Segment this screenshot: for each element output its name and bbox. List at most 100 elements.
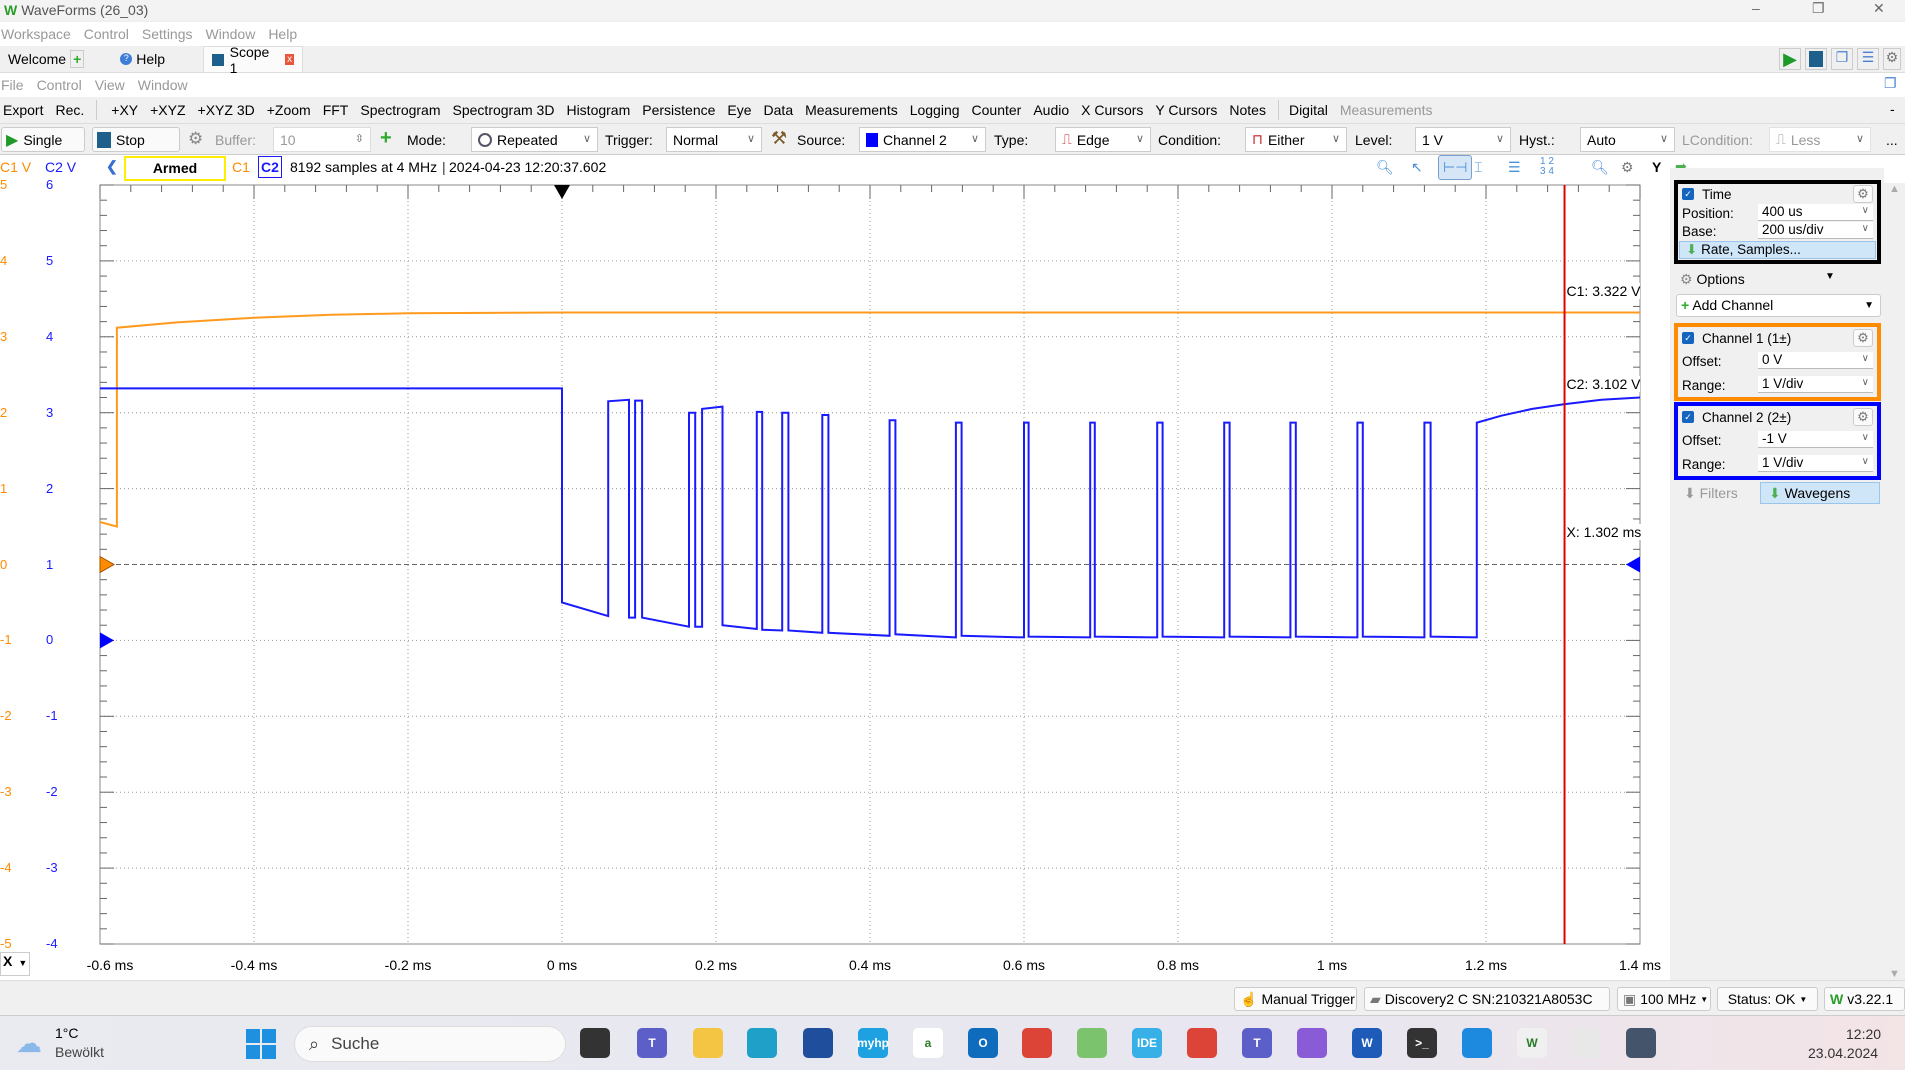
single-button[interactable]: ▶ Single (1, 127, 85, 152)
persistence-button[interactable]: Persistence (642, 102, 715, 118)
file-explorer-icon[interactable] (693, 1028, 723, 1058)
scroll-up-icon[interactable]: ▲ (1889, 183, 1900, 195)
snipping-tool-icon[interactable] (1571, 1028, 1601, 1058)
scroll-down-icon[interactable]: ▼ (1889, 968, 1900, 980)
cascade-windows-icon[interactable]: ❐ (1831, 48, 1853, 70)
x-axis-selector[interactable]: X ▼ (0, 952, 30, 976)
minimize-button[interactable]: – (1752, 0, 1760, 16)
vertical-zoom-icon[interactable]: ⌶ (1474, 159, 1482, 176)
chrome-icon[interactable] (1022, 1028, 1052, 1058)
add-channel-button[interactable]: + Add Channel ▼ (1676, 294, 1881, 317)
plus-icon[interactable]: + (380, 127, 392, 150)
data-button[interactable]: Data (764, 102, 794, 118)
waveform-plot[interactable] (0, 183, 1673, 980)
undock-icon[interactable]: ❐ (1884, 75, 1897, 92)
y-cursors-button[interactable]: Y Cursors (1155, 102, 1217, 118)
version-button[interactable]: Wv3.22.1 (1824, 987, 1905, 1011)
panel-scrollbar[interactable]: ▲ ▼ (1884, 183, 1905, 980)
terminal-icon[interactable]: >_ (1407, 1028, 1437, 1058)
clock-time[interactable]: 12:20 (1846, 1026, 1881, 1042)
channel2-checkbox[interactable]: ✓ (1682, 411, 1694, 423)
stop-all-button[interactable] (1805, 48, 1827, 70)
close-icon[interactable]: x (285, 54, 295, 65)
zoom-fit-icon[interactable]: 🔍︎ (1591, 159, 1609, 176)
plus-icon[interactable]: + (70, 50, 85, 68)
clock-date[interactable]: 23.04.2024 (1808, 1045, 1878, 1061)
gear-icon[interactable]: ⚙ (188, 129, 203, 149)
options-dropdown[interactable]: ⚙ Options ▼ (1680, 271, 1880, 288)
audio-button[interactable]: Audio (1033, 102, 1069, 118)
spectrogram3d-button[interactable]: Spectrogram 3D (453, 102, 555, 118)
channel1-range-select[interactable]: 1 V/div ∨ (1758, 376, 1873, 393)
settings-gear-icon[interactable]: ⚙ (1883, 48, 1901, 70)
level-select[interactable]: 1 V ∨ (1415, 127, 1511, 152)
wavegens-button[interactable]: ⬇ Wavegens (1760, 482, 1880, 504)
digital-button[interactable]: Digital (1289, 102, 1328, 118)
amazon-icon[interactable]: a (913, 1028, 943, 1058)
select-cursor-icon[interactable]: ↖ (1411, 159, 1423, 176)
menu-help[interactable]: Help (268, 26, 297, 42)
collapse-toolbar-button[interactable]: - (1890, 101, 1895, 117)
calculator-icon[interactable] (1626, 1028, 1656, 1058)
channel1-gear-icon[interactable]: ⚙ (1853, 329, 1873, 347)
word-icon[interactable]: W (1352, 1028, 1382, 1058)
logging-button[interactable]: Logging (910, 102, 960, 118)
manual-trigger-button[interactable]: ☝ Manual Trigger (1234, 987, 1357, 1011)
measurements-button[interactable]: Measurements (805, 102, 898, 118)
task-view-icon[interactable] (580, 1028, 610, 1058)
menu-control[interactable]: Control (84, 26, 129, 42)
rate-samples-button[interactable]: ⬇ Rate, Samples... (1679, 241, 1876, 259)
app-icon[interactable] (1077, 1028, 1107, 1058)
trigger-select[interactable]: Normal ∨ (666, 127, 762, 152)
hammer-icon[interactable]: ⚒ (771, 128, 787, 149)
run-all-button[interactable]: ▶ (1779, 48, 1801, 70)
waveforms-icon[interactable]: W (1517, 1028, 1547, 1058)
ide-icon[interactable]: IDE (1132, 1028, 1162, 1058)
time-gear-icon[interactable]: ⚙ (1853, 185, 1873, 203)
filters-button[interactable]: ⬇ Filters (1684, 485, 1738, 502)
ms-store-icon[interactable] (803, 1028, 833, 1058)
more-button[interactable]: ... (1886, 132, 1898, 148)
stop-button[interactable]: Stop (92, 127, 180, 152)
channel1-offset-select[interactable]: 0 V ∨ (1758, 352, 1873, 369)
menu-window[interactable]: Window (206, 26, 256, 42)
fft-button[interactable]: FFT (323, 102, 349, 118)
counter-button[interactable]: Counter (972, 102, 1022, 118)
outlook-icon[interactable]: O (968, 1028, 998, 1058)
myhp-icon[interactable]: myhp (857, 1028, 889, 1058)
menu-file[interactable]: File (1, 77, 24, 93)
position-select[interactable]: 400 us ∨ (1758, 204, 1873, 221)
eye-button[interactable]: Eye (727, 102, 751, 118)
chevron-left-icon[interactable]: ❮ (106, 158, 118, 175)
channel1-checkbox[interactable]: ✓ (1682, 332, 1694, 344)
status-button[interactable]: Status: OK ▼ (1717, 987, 1818, 1011)
chrome-icon[interactable] (1187, 1028, 1217, 1058)
source-select[interactable]: Channel 2 ∨ (859, 127, 986, 152)
export-button[interactable]: Export (3, 102, 43, 118)
teams-icon[interactable]: T (637, 1028, 667, 1058)
vscode-icon[interactable] (1462, 1028, 1492, 1058)
tab-scope-1[interactable]: Scope 1 x (203, 44, 304, 76)
grid-layout-icon[interactable]: 1 23 4 (1540, 157, 1554, 177)
notes-button[interactable]: Notes (1229, 102, 1266, 118)
base-select[interactable]: 200 us/div ∨ (1758, 222, 1873, 239)
type-select[interactable]: ⎍ Edge ∨ (1055, 127, 1151, 152)
rec-button[interactable]: Rec. (55, 102, 84, 118)
add-xyz3d-button[interactable]: +XYZ 3D (198, 102, 255, 118)
spinner-icon[interactable]: ⇳ (355, 132, 364, 145)
condition-select[interactable]: ⊓ Either ∨ (1245, 127, 1347, 152)
clock-button[interactable]: ▣ 100 MHz ▼ (1617, 987, 1711, 1011)
tab-help[interactable]: ? Help (112, 46, 173, 72)
c2-toggle[interactable]: C2 (258, 156, 282, 178)
restore-button[interactable]: ❐ (1812, 0, 1825, 17)
weather-temperature[interactable]: 1°C (55, 1025, 79, 1041)
histogram-button[interactable]: Histogram (566, 102, 630, 118)
device-button[interactable]: ▰ Discovery2 C SN:210321A8053C (1364, 987, 1610, 1011)
menu-workspace[interactable]: Workspace (1, 26, 71, 42)
buffer-input[interactable]: 10 ⇳ (273, 127, 371, 152)
search-box[interactable]: ⌕ Suche (294, 1026, 566, 1062)
close-window-button[interactable]: ✕ (1873, 0, 1885, 17)
edge-icon[interactable] (747, 1028, 777, 1058)
x-cursors-button[interactable]: X Cursors (1081, 102, 1143, 118)
add-xy-button[interactable]: +XY (111, 102, 138, 118)
